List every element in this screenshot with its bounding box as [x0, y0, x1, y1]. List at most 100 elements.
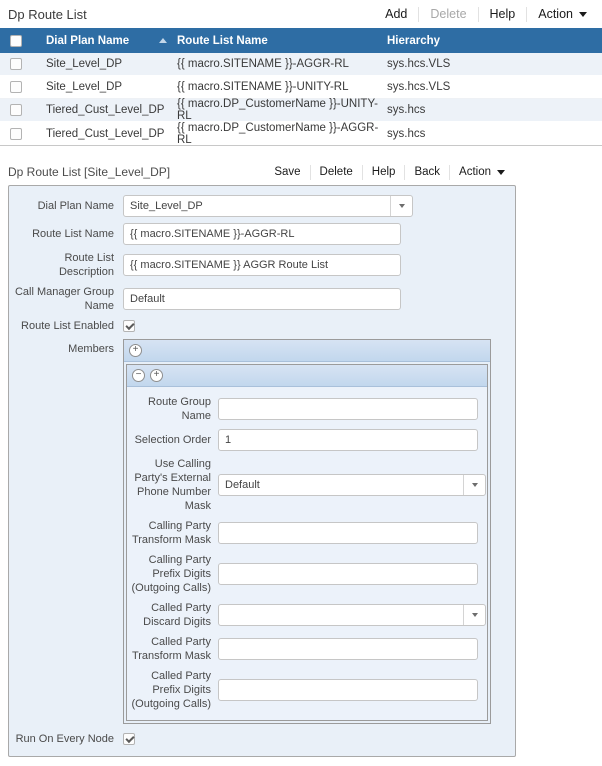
- form-row-members: Members Route Group Name: [9, 339, 515, 724]
- route-group-name-input[interactable]: [218, 398, 478, 420]
- form-row: Called Party Transform Mask: [127, 635, 487, 663]
- action-menu-button[interactable]: Action: [450, 166, 514, 178]
- select-value: [219, 605, 463, 625]
- called-party-prefix-digits-input[interactable]: [218, 679, 478, 701]
- table-row[interactable]: Site_Level_DP {{ macro.SITENAME }}-AGGR-…: [0, 53, 602, 76]
- cell-dial-plan: Tiered_Cust_Level_DP: [46, 104, 165, 116]
- row-checkbox[interactable]: [10, 58, 22, 70]
- form-row: Called Party Discard Digits: [127, 601, 487, 629]
- caret-down-icon: [471, 483, 478, 487]
- table-row[interactable]: Tiered_Cust_Level_DP {{ macro.DP_Custome…: [0, 121, 602, 146]
- member-item-panel: Route Group Name Selection Order Use Cal…: [126, 364, 488, 721]
- select-dropdown-button[interactable]: [463, 475, 485, 495]
- field-label: Called Party Discard Digits: [143, 602, 211, 628]
- cell-hierarchy: sys.hcs: [387, 127, 426, 140]
- action-menu-button[interactable]: Action: [527, 7, 598, 21]
- form-row: Route List Enabled: [9, 319, 515, 333]
- add-member-button[interactable]: [129, 344, 142, 357]
- select-all-checkbox[interactable]: [10, 34, 22, 47]
- form-row: Route Group Name: [127, 395, 487, 423]
- field-label: Called Party Transform Mask: [131, 636, 211, 662]
- table-row[interactable]: Tiered_Cust_Level_DP {{ macro.DP_Custome…: [0, 98, 602, 122]
- route-list-section: Dp Route List Add Delete Help Action Dia…: [0, 0, 602, 146]
- form-row: Route List Description: [9, 251, 515, 279]
- caret-down-icon: [471, 613, 478, 617]
- calling-party-transform-mask-input[interactable]: [218, 522, 478, 544]
- called-party-transform-mask-input[interactable]: [218, 638, 478, 660]
- cell-dial-plan: Site_Level_DP: [46, 58, 123, 70]
- table-header-row: Dial Plan Name Route List Name Hierarchy: [0, 28, 602, 53]
- cell-hierarchy: sys.hcs: [387, 104, 426, 116]
- help-button[interactable]: Help: [479, 7, 527, 21]
- form-row: Called Party Prefix Digits (Outgoing Cal…: [127, 669, 487, 711]
- member-item-body: Route Group Name Selection Order Use Cal…: [127, 387, 487, 720]
- dial-plan-name-select[interactable]: Site_Level_DP: [123, 195, 413, 217]
- cell-dial-plan: Site_Level_DP: [46, 81, 123, 93]
- select-value: Default: [225, 479, 260, 491]
- field-label: Use Calling Party's External Phone Numbe…: [134, 458, 211, 512]
- back-button[interactable]: Back: [405, 166, 449, 178]
- call-manager-group-name-input[interactable]: [123, 288, 401, 310]
- row-checkbox[interactable]: [10, 81, 22, 93]
- route-list-detail-section: Dp Route List [Site_Level_DP] Save Delet…: [0, 159, 602, 757]
- add-button[interactable]: Add: [374, 7, 418, 21]
- cell-hierarchy: sys.hcs.VLS: [387, 58, 451, 70]
- field-label: Calling Party Prefix Digits (Outgoing Ca…: [131, 554, 211, 594]
- detail-form-panel: Dial Plan Name Site_Level_DP Route List …: [8, 185, 516, 757]
- remove-member-button[interactable]: [132, 369, 145, 382]
- action-menu-label: Action: [538, 7, 573, 21]
- route-list-description-input[interactable]: [123, 254, 401, 276]
- list-toolbar: Dp Route List Add Delete Help Action: [0, 0, 602, 28]
- form-row: Dial Plan Name Site_Level_DP: [9, 195, 515, 217]
- cell-route-list: {{ macro.SITENAME }}-AGGR-RL: [177, 58, 349, 70]
- select-dropdown-button[interactable]: [463, 605, 485, 625]
- use-calling-party-mask-select[interactable]: Default: [218, 474, 486, 496]
- cell-dial-plan: Tiered_Cust_Level_DP: [46, 127, 165, 140]
- field-label: Members: [68, 343, 114, 355]
- field-label: Route List Name: [32, 228, 114, 240]
- form-row: Call Manager Group Name: [9, 285, 515, 313]
- members-panel: Route Group Name Selection Order Use Cal…: [123, 339, 491, 724]
- select-value: Site_Level_DP: [130, 200, 203, 212]
- field-label: Route List Enabled: [21, 320, 114, 332]
- form-row: Calling Party Transform Mask: [127, 519, 487, 547]
- detail-toolbar: Dp Route List [Site_Level_DP] Save Delet…: [0, 159, 516, 185]
- selection-order-input[interactable]: [218, 429, 478, 451]
- help-button[interactable]: Help: [363, 166, 405, 178]
- table-row[interactable]: Site_Level_DP {{ macro.SITENAME }}-UNITY…: [0, 76, 602, 99]
- called-party-discard-digits-select[interactable]: [218, 604, 486, 626]
- sort-ascending-icon[interactable]: [159, 38, 167, 43]
- delete-button[interactable]: Delete: [419, 7, 477, 21]
- column-header-dial-plan-name[interactable]: Dial Plan Name: [46, 35, 177, 47]
- detail-title: Dp Route List [Site_Level_DP]: [8, 165, 171, 179]
- row-checkbox[interactable]: [10, 127, 22, 140]
- column-header-label: Dial Plan Name: [46, 34, 130, 47]
- run-on-every-node-checkbox[interactable]: [123, 733, 135, 745]
- member-item-header: [127, 365, 487, 387]
- field-label: Route List Description: [58, 252, 114, 278]
- field-label: Called Party Prefix Digits (Outgoing Cal…: [131, 670, 211, 710]
- column-header-route-list-name[interactable]: Route List Name: [177, 35, 387, 47]
- field-label: Route Group Name: [148, 396, 211, 422]
- members-panel-header: [124, 340, 490, 362]
- page-title: Dp Route List: [8, 6, 87, 22]
- route-list-enabled-checkbox[interactable]: [123, 320, 135, 332]
- field-label: Calling Party Transform Mask: [131, 520, 211, 546]
- save-button[interactable]: Save: [265, 166, 309, 178]
- form-row: Run On Every Node: [9, 732, 515, 746]
- row-checkbox[interactable]: [10, 104, 22, 116]
- cell-route-list: {{ macro.DP_CustomerName }}-UNITY-RL: [177, 98, 378, 122]
- calling-party-prefix-digits-input[interactable]: [218, 563, 478, 585]
- select-dropdown-button[interactable]: [390, 196, 412, 216]
- form-row: Use Calling Party's External Phone Numbe…: [127, 457, 487, 513]
- column-header-hierarchy[interactable]: Hierarchy: [387, 35, 602, 47]
- cell-route-list: {{ macro.DP_CustomerName }}-AGGR-RL: [177, 121, 379, 146]
- cell-route-list: {{ macro.SITENAME }}-UNITY-RL: [177, 81, 349, 93]
- route-list-name-input[interactable]: [123, 223, 401, 245]
- caret-down-icon: [398, 204, 405, 208]
- caret-down-icon: [497, 169, 505, 175]
- field-label: Run On Every Node: [15, 733, 114, 745]
- route-list-table: Dial Plan Name Route List Name Hierarchy…: [0, 28, 602, 146]
- delete-button[interactable]: Delete: [311, 166, 362, 178]
- add-member-button[interactable]: [150, 369, 163, 382]
